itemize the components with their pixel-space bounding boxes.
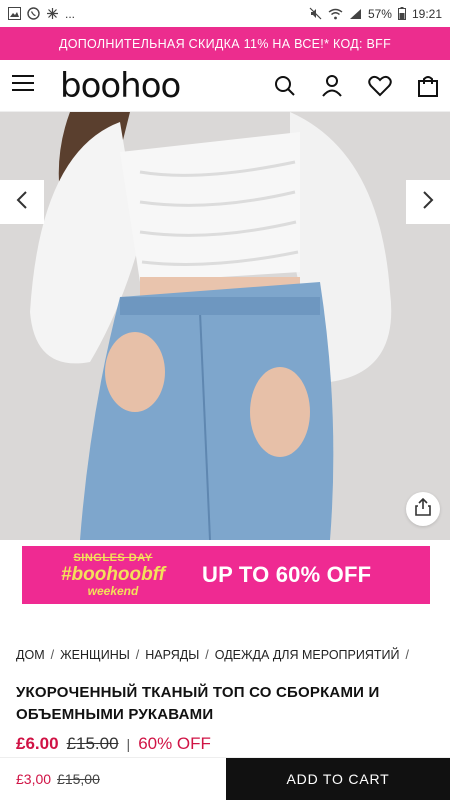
price-row: £6.00 £15.00 | 60% OFF (16, 734, 211, 754)
sticky-prices: £3,00 £15,00 (0, 771, 226, 787)
status-bar: ... 57% 19:21 (0, 0, 450, 27)
chevron-left-icon (16, 190, 28, 215)
breadcrumb-separator: / (135, 648, 140, 662)
sale-banner-hashtag: #boohoobff (60, 564, 166, 585)
sticky-current-price: £3,00 (16, 771, 52, 787)
heart-icon[interactable] (368, 75, 392, 97)
discount-label: 60% OFF (138, 734, 211, 753)
sticky-cart-bar: £3,00 £15,00 ADD TO CART (0, 757, 450, 800)
next-image-button[interactable] (406, 180, 450, 224)
breadcrumb: ДОМ / ЖЕНЩИНЫ / НАРЯДЫ / ОДЕЖДА ДЛЯ МЕРО… (16, 648, 409, 662)
sale-banner-offer: UP TO 60% OFF (202, 562, 372, 587)
product-photo (0, 112, 450, 540)
breadcrumb-occasionwear[interactable]: ОДЕЖДА ДЛЯ МЕРОПРИЯТИЙ (215, 648, 400, 662)
logo[interactable]: boohoo (60, 66, 181, 106)
share-button[interactable] (406, 492, 440, 526)
product-image[interactable] (0, 112, 450, 540)
sale-banner-top: SINGLES DAY (73, 552, 153, 564)
sale-banner[interactable]: SINGLES DAY #boohoobff weekend UP TO 60%… (22, 546, 430, 604)
bag-icon[interactable] (418, 75, 438, 97)
account-icon[interactable] (322, 74, 342, 97)
sale-banner-weekend: weekend (87, 584, 139, 598)
gallery-icon (8, 7, 21, 20)
wifi-icon (328, 8, 343, 20)
viber-icon (27, 7, 40, 20)
sale-banner-brand: SINGLES DAY #boohoobff weekend (38, 552, 188, 598)
breadcrumb-home[interactable]: ДОМ (16, 648, 45, 662)
menu-icon[interactable] (12, 74, 34, 97)
share-icon (415, 497, 431, 521)
breadcrumb-women[interactable]: ЖЕНЩИНЫ (60, 648, 130, 662)
promo-text: ДОПОЛНИТЕЛЬНАЯ СКИДКА 11% НА ВСЕ!* КОД: … (58, 36, 392, 51)
price-divider: | (126, 736, 131, 752)
battery-percent: 57% (367, 6, 392, 21)
signal-icon (349, 8, 362, 20)
search-icon[interactable] (274, 75, 296, 97)
sticky-original-price: £15,00 (57, 771, 100, 787)
breadcrumb-separator: / (50, 648, 55, 662)
product-title: УКОРОЧЕННЫЙ ТКАНЫЙ ТОП СО СБОРКАМИ И ОБЪ… (16, 684, 380, 723)
breadcrumb-separator: / (405, 648, 409, 662)
breadcrumb-separator: / (205, 648, 209, 662)
add-to-cart-button[interactable]: ADD TO CART (226, 757, 450, 800)
breadcrumb-outfits[interactable]: НАРЯДЫ (145, 648, 199, 662)
clock: 19:21 (411, 6, 442, 21)
pinwheel-icon (46, 7, 59, 20)
original-price: £15.00 (66, 734, 119, 753)
site-header: boohoo (0, 60, 450, 112)
current-price: £6.00 (16, 734, 59, 753)
mute-icon (309, 7, 322, 20)
prev-image-button[interactable] (0, 180, 44, 224)
promo-banner[interactable]: ДОПОЛНИТЕЛЬНАЯ СКИДКА 11% НА ВСЕ!* КОД: … (0, 27, 450, 60)
battery-icon (397, 7, 406, 20)
status-more: ... (65, 6, 76, 21)
chevron-right-icon (422, 190, 434, 215)
